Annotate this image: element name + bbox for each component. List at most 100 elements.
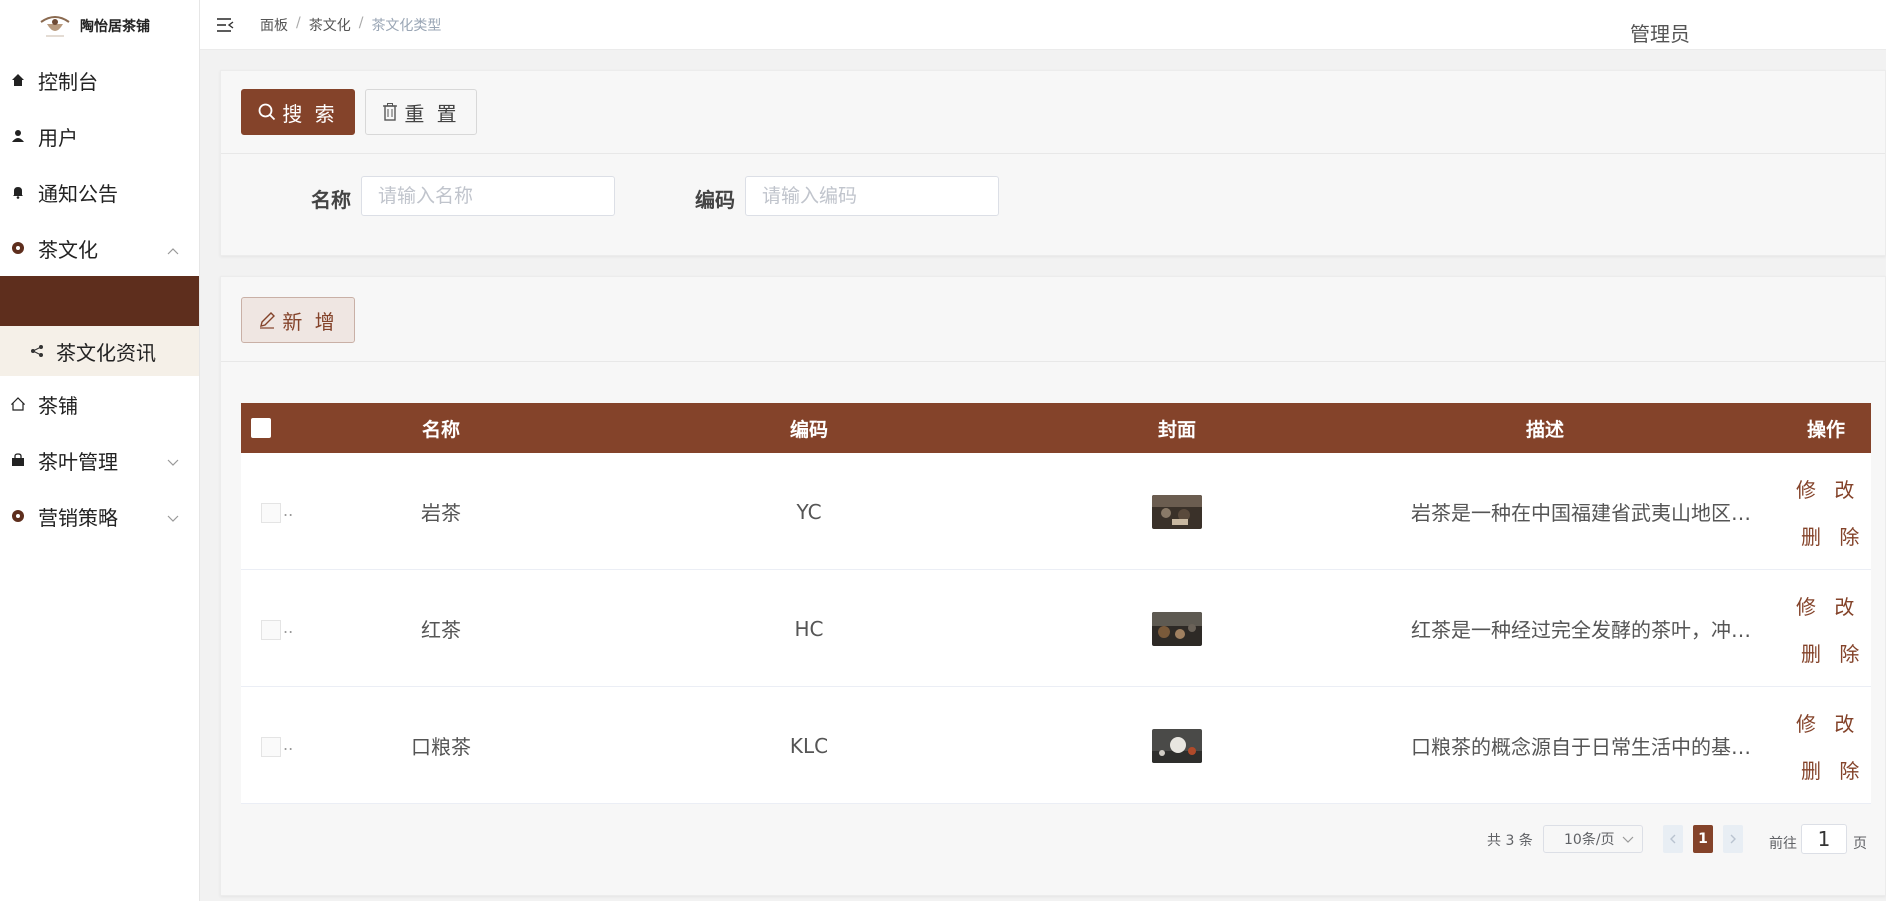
- cell-description: 红茶是一种经过完全发酵的茶叶，冲…: [1411, 570, 1756, 687]
- page-size-select[interactable]: 10条/页: [1543, 825, 1643, 853]
- goto-label: 前往: [1769, 836, 1797, 852]
- row-checkbox-ellipsis: ..: [283, 618, 294, 637]
- cover-image[interactable]: [1152, 494, 1202, 529]
- sidebar-item-notices[interactable]: 通知公告: [0, 164, 199, 220]
- name-label: 名称: [311, 188, 351, 212]
- sidebar-item-marketing[interactable]: 营销策略: [0, 488, 199, 544]
- pagination-total: 共 3 条: [1487, 833, 1533, 849]
- app-name: 陶怡居茶铺: [80, 19, 150, 35]
- select-all-checkbox[interactable]: [251, 418, 271, 438]
- cell-code: HC: [794, 616, 824, 641]
- edit-icon: [260, 312, 276, 329]
- search-icon: [258, 103, 276, 121]
- name-input[interactable]: [361, 176, 615, 216]
- cell-description: 岩茶是一种在中国福建省武夷山地区…: [1411, 453, 1756, 570]
- circle-icon: [10, 508, 26, 524]
- add-button-label: 新 增: [282, 309, 338, 334]
- column-header-cover[interactable]: 封面: [1087, 403, 1267, 453]
- cell-code: YC: [796, 499, 822, 524]
- table-row: .. 岩茶 YC 岩茶是一种在中国福建省武夷山地区… 修 改 删 除: [241, 453, 1871, 570]
- next-page-button[interactable]: [1723, 825, 1743, 853]
- sidebar-item-tea-culture[interactable]: 茶文化: [0, 220, 199, 276]
- breadcrumb-separator: /: [296, 14, 301, 31]
- edit-link[interactable]: 修 改: [1796, 591, 1860, 620]
- divider: [221, 153, 1885, 154]
- cell-code: KLC: [789, 733, 829, 758]
- cover-image[interactable]: [1152, 728, 1202, 763]
- breadcrumb-item[interactable]: 面板: [260, 15, 288, 35]
- sidebar-item-shops[interactable]: 茶铺: [0, 376, 199, 432]
- cell-cover: [1087, 687, 1267, 804]
- cell-name: 口粮茶: [411, 735, 471, 759]
- bell-icon: [10, 184, 26, 200]
- row-checkbox[interactable]: [261, 620, 281, 640]
- cell-name: 红茶: [421, 618, 461, 642]
- row-checkbox-ellipsis: ..: [283, 735, 294, 754]
- code-input[interactable]: [745, 176, 999, 216]
- app-logo[interactable]: 陶怡居茶铺: [0, 0, 199, 52]
- sidebar-item-label: 控制台: [38, 69, 98, 94]
- chevron-down-icon: [167, 504, 179, 528]
- sidebar-item-tea-management[interactable]: 茶叶管理: [0, 432, 199, 488]
- edit-link[interactable]: 修 改: [1796, 708, 1860, 737]
- delete-link[interactable]: 删 除: [1801, 755, 1865, 784]
- search-panel: 搜 索 重 置 名称 编码: [220, 70, 1886, 256]
- chevron-up-icon: [167, 236, 179, 260]
- breadcrumb: 面板 / 茶文化 / 茶文化类型: [260, 15, 441, 35]
- search-button[interactable]: 搜 索: [241, 89, 355, 135]
- sidebar-subitem-label: 茶文化资讯: [56, 340, 156, 365]
- row-checkbox[interactable]: [261, 503, 281, 523]
- sidebar-item-label: 营销策略: [38, 505, 118, 530]
- delete-link[interactable]: 删 除: [1801, 638, 1865, 667]
- description-text: 口粮茶的概念源自于日常生活中的基…: [1411, 735, 1751, 759]
- collapse-menu-icon[interactable]: [216, 17, 234, 33]
- sidebar-item-label: 用户: [38, 125, 78, 150]
- row-checkbox[interactable]: [261, 737, 281, 757]
- breadcrumb-item[interactable]: 茶文化: [309, 15, 351, 35]
- reset-button-label: 重 置: [404, 101, 460, 126]
- share-icon: [30, 344, 44, 358]
- page-size-value: 10条/页: [1564, 832, 1615, 848]
- add-button[interactable]: 新 增: [241, 297, 355, 343]
- sidebar-item-label: 茶文化: [38, 237, 98, 262]
- home-icon: [10, 72, 26, 88]
- search-button-label: 搜 索: [282, 101, 338, 126]
- column-header-description[interactable]: 描述: [1455, 403, 1635, 453]
- page-suffix: 页: [1853, 836, 1867, 852]
- table-row: .. 红茶 HC 红茶是一种经过完全发酵的茶叶，冲… 修 改 删 除: [241, 570, 1871, 687]
- goto-page-input[interactable]: [1801, 824, 1847, 854]
- row-checkbox-ellipsis: ..: [283, 501, 294, 520]
- prev-page-button[interactable]: [1663, 825, 1683, 853]
- cell-description: 口粮茶的概念源自于日常生活中的基…: [1411, 687, 1756, 804]
- description-text: 岩茶是一种在中国福建省武夷山地区…: [1411, 501, 1751, 525]
- page-number-current[interactable]: 1: [1693, 825, 1713, 853]
- circle-icon: [10, 240, 26, 256]
- cell-cover: [1087, 570, 1267, 687]
- code-label: 编码: [695, 188, 735, 212]
- edit-link[interactable]: 修 改: [1796, 474, 1860, 503]
- table-row: .. 口粮茶 KLC 口粮茶的概念源自于日常生活中的基… 修 改 删 除: [241, 687, 1871, 804]
- reset-button[interactable]: 重 置: [365, 89, 477, 135]
- description-text: 红茶是一种经过完全发酵的茶叶，冲…: [1411, 618, 1751, 642]
- delete-link[interactable]: 删 除: [1801, 521, 1865, 550]
- sidebar-item-dashboard[interactable]: 控制台: [0, 52, 199, 108]
- user-name[interactable]: 管理员: [1630, 18, 1690, 47]
- user-icon: [10, 128, 26, 144]
- chevron-down-icon: [1622, 832, 1634, 848]
- chevron-down-icon: [167, 448, 179, 472]
- cell-cover: [1087, 453, 1267, 570]
- sidebar-item-users[interactable]: 用户: [0, 108, 199, 164]
- column-header-name[interactable]: 名称: [351, 403, 531, 453]
- sidebar-item-label: 茶叶管理: [38, 449, 118, 474]
- sidebar-item-label: 茶铺: [38, 393, 78, 418]
- sidebar: 陶怡居茶铺 控制台 用户 通知公告 茶文化 茶文化资讯 茶铺 茶叶管理 营销策略: [0, 0, 200, 901]
- cover-image[interactable]: [1152, 611, 1202, 646]
- sidebar-subitem-active[interactable]: [0, 276, 199, 326]
- sidebar-item-label: 通知公告: [38, 181, 118, 206]
- trash-icon: [383, 103, 398, 121]
- column-header-code[interactable]: 编码: [719, 403, 899, 453]
- divider: [221, 361, 1885, 362]
- breadcrumb-current: 茶文化类型: [371, 17, 442, 34]
- sidebar-subitem-tea-news[interactable]: 茶文化资讯: [0, 326, 199, 376]
- chevron-right-icon: [1730, 834, 1736, 844]
